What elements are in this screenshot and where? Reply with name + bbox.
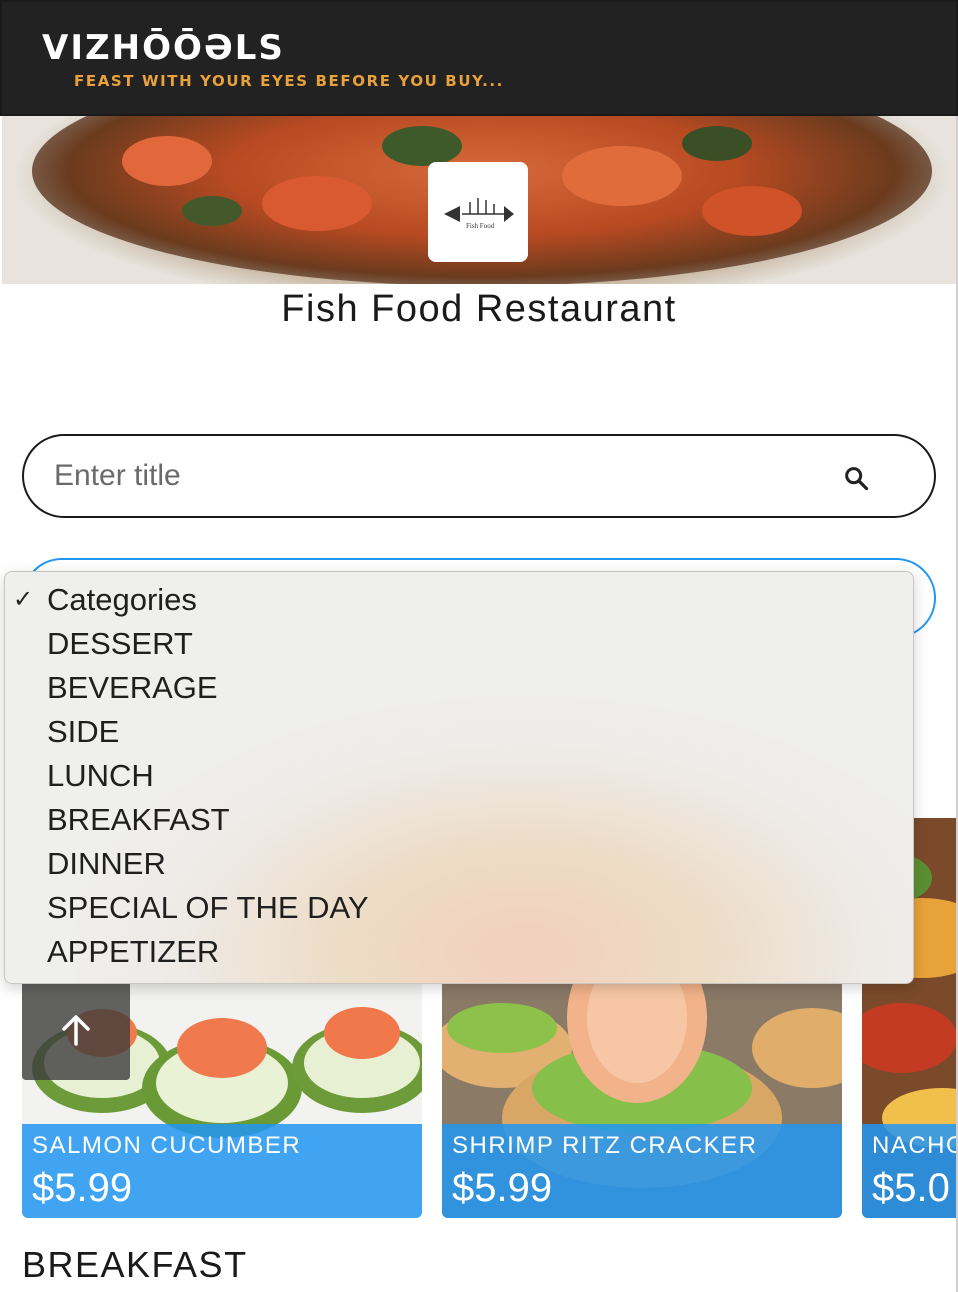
top-header: VIZHŌŌƏLS FEAST WITH YOUR EYES BEFORE YO… — [0, 0, 958, 116]
menu-item-name: NACHO — [872, 1132, 958, 1159]
site-tagline: FEAST WITH YOUR EYES BEFORE YOU BUY... — [74, 72, 504, 90]
section-heading-breakfast: BREAKFAST — [22, 1244, 248, 1285]
restaurant-name: Fish Food Restaurant — [281, 288, 677, 330]
arrow-up-icon — [62, 1015, 90, 1046]
menu-item-name: SALMON CUCUMBER — [32, 1132, 302, 1159]
category-option[interactable]: BREAKFAST — [47, 798, 230, 842]
menu-card-label: SHRIMP RITZ CRACKER $5.99 — [442, 1124, 842, 1218]
checkmark-icon: ✓ — [13, 586, 34, 613]
category-option[interactable]: Categories — [47, 578, 197, 622]
menu-card-label: SALMON CUCUMBER $5.99 — [22, 1124, 422, 1218]
menu-item-price: $5.0 — [872, 1166, 950, 1210]
site-logo[interactable]: VIZHŌŌƏLS — [42, 28, 285, 68]
menu-item-name: SHRIMP RITZ CRACKER — [452, 1132, 758, 1159]
category-option[interactable]: LUNCH — [47, 754, 154, 798]
category-dropdown-menu: ✓ Categories DESSERT BEVERAGE SIDE LUNCH… — [4, 571, 914, 984]
restaurant-logo-text: Fish Food — [466, 222, 495, 230]
category-option[interactable]: APPETIZER — [47, 930, 219, 974]
scroll-to-top-button[interactable] — [22, 980, 130, 1080]
menu-card-label: NACHO $5.0 — [862, 1124, 958, 1218]
search-input[interactable] — [54, 456, 814, 496]
search-bar — [22, 434, 936, 518]
category-option[interactable]: BEVERAGE — [47, 666, 218, 710]
category-option[interactable]: DINNER — [47, 842, 166, 886]
menu-item-price: $5.99 — [32, 1166, 133, 1210]
category-option[interactable]: SPECIAL OF THE DAY — [47, 886, 369, 930]
restaurant-logo: Fish Food — [428, 162, 528, 262]
category-option[interactable]: SIDE — [47, 710, 119, 754]
search-icon[interactable] — [842, 464, 870, 492]
category-option[interactable]: DESSERT — [47, 622, 193, 666]
menu-item-price: $5.99 — [452, 1166, 553, 1210]
